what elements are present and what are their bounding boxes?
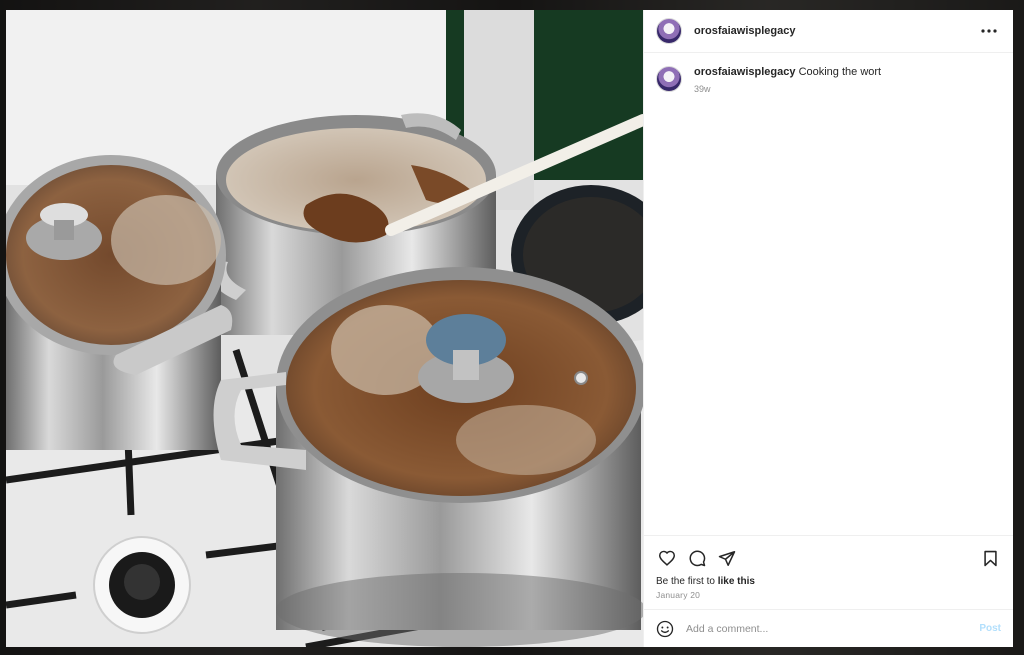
likes-prefix: Be the first to <box>656 576 718 587</box>
like-button[interactable] <box>656 547 678 569</box>
caption-text: orosfaiawisplegacy Cooking the wort <box>694 65 881 79</box>
caption-username[interactable]: orosfaiawisplegacy <box>694 66 796 78</box>
likes-summary: Be the first to like this <box>656 576 1001 587</box>
post-header: orosfaiawisplegacy <box>644 10 1013 53</box>
caption-row: orosfaiawisplegacy Cooking the wort 39w <box>656 65 1001 94</box>
post-side-panel: orosfaiawisplegacy orosfaiawisplegacy Co… <box>643 10 1013 647</box>
comment-icon <box>689 550 706 567</box>
share-icon <box>718 550 736 566</box>
comments-area[interactable]: orosfaiawisplegacy Cooking the wort 39w <box>644 53 1013 535</box>
action-icons <box>656 544 1001 572</box>
save-button[interactable] <box>979 547 1001 569</box>
post-age[interactable]: 39w <box>694 84 881 94</box>
caption-content: Cooking the wort <box>798 66 882 78</box>
emoji-icon <box>656 620 674 637</box>
caption-avatar[interactable] <box>656 66 682 92</box>
emoji-button[interactable] <box>656 620 674 638</box>
avatar[interactable] <box>656 18 682 44</box>
comment-input[interactable] <box>684 621 980 636</box>
share-button[interactable] <box>716 547 738 569</box>
comment-button[interactable] <box>686 547 708 569</box>
caption-body: orosfaiawisplegacy Cooking the wort 39w <box>694 65 881 94</box>
post-comment-button[interactable]: Post <box>979 623 1001 634</box>
more-icon <box>981 29 997 33</box>
post-date[interactable]: January 20 <box>656 590 1001 600</box>
post-username[interactable]: orosfaiawisplegacy <box>694 25 796 37</box>
post-actions: Be the first to like this January 20 <box>644 535 1013 600</box>
heart-icon <box>658 550 676 566</box>
post-photo <box>6 10 643 647</box>
bookmark-icon <box>983 550 997 566</box>
cooking-pots-photo <box>6 10 643 647</box>
post-modal: orosfaiawisplegacy orosfaiawisplegacy Co… <box>6 10 1013 647</box>
add-comment-bar: Post <box>644 609 1013 647</box>
like-this-link[interactable]: like this <box>718 576 755 587</box>
more-options-button[interactable] <box>977 19 1001 43</box>
